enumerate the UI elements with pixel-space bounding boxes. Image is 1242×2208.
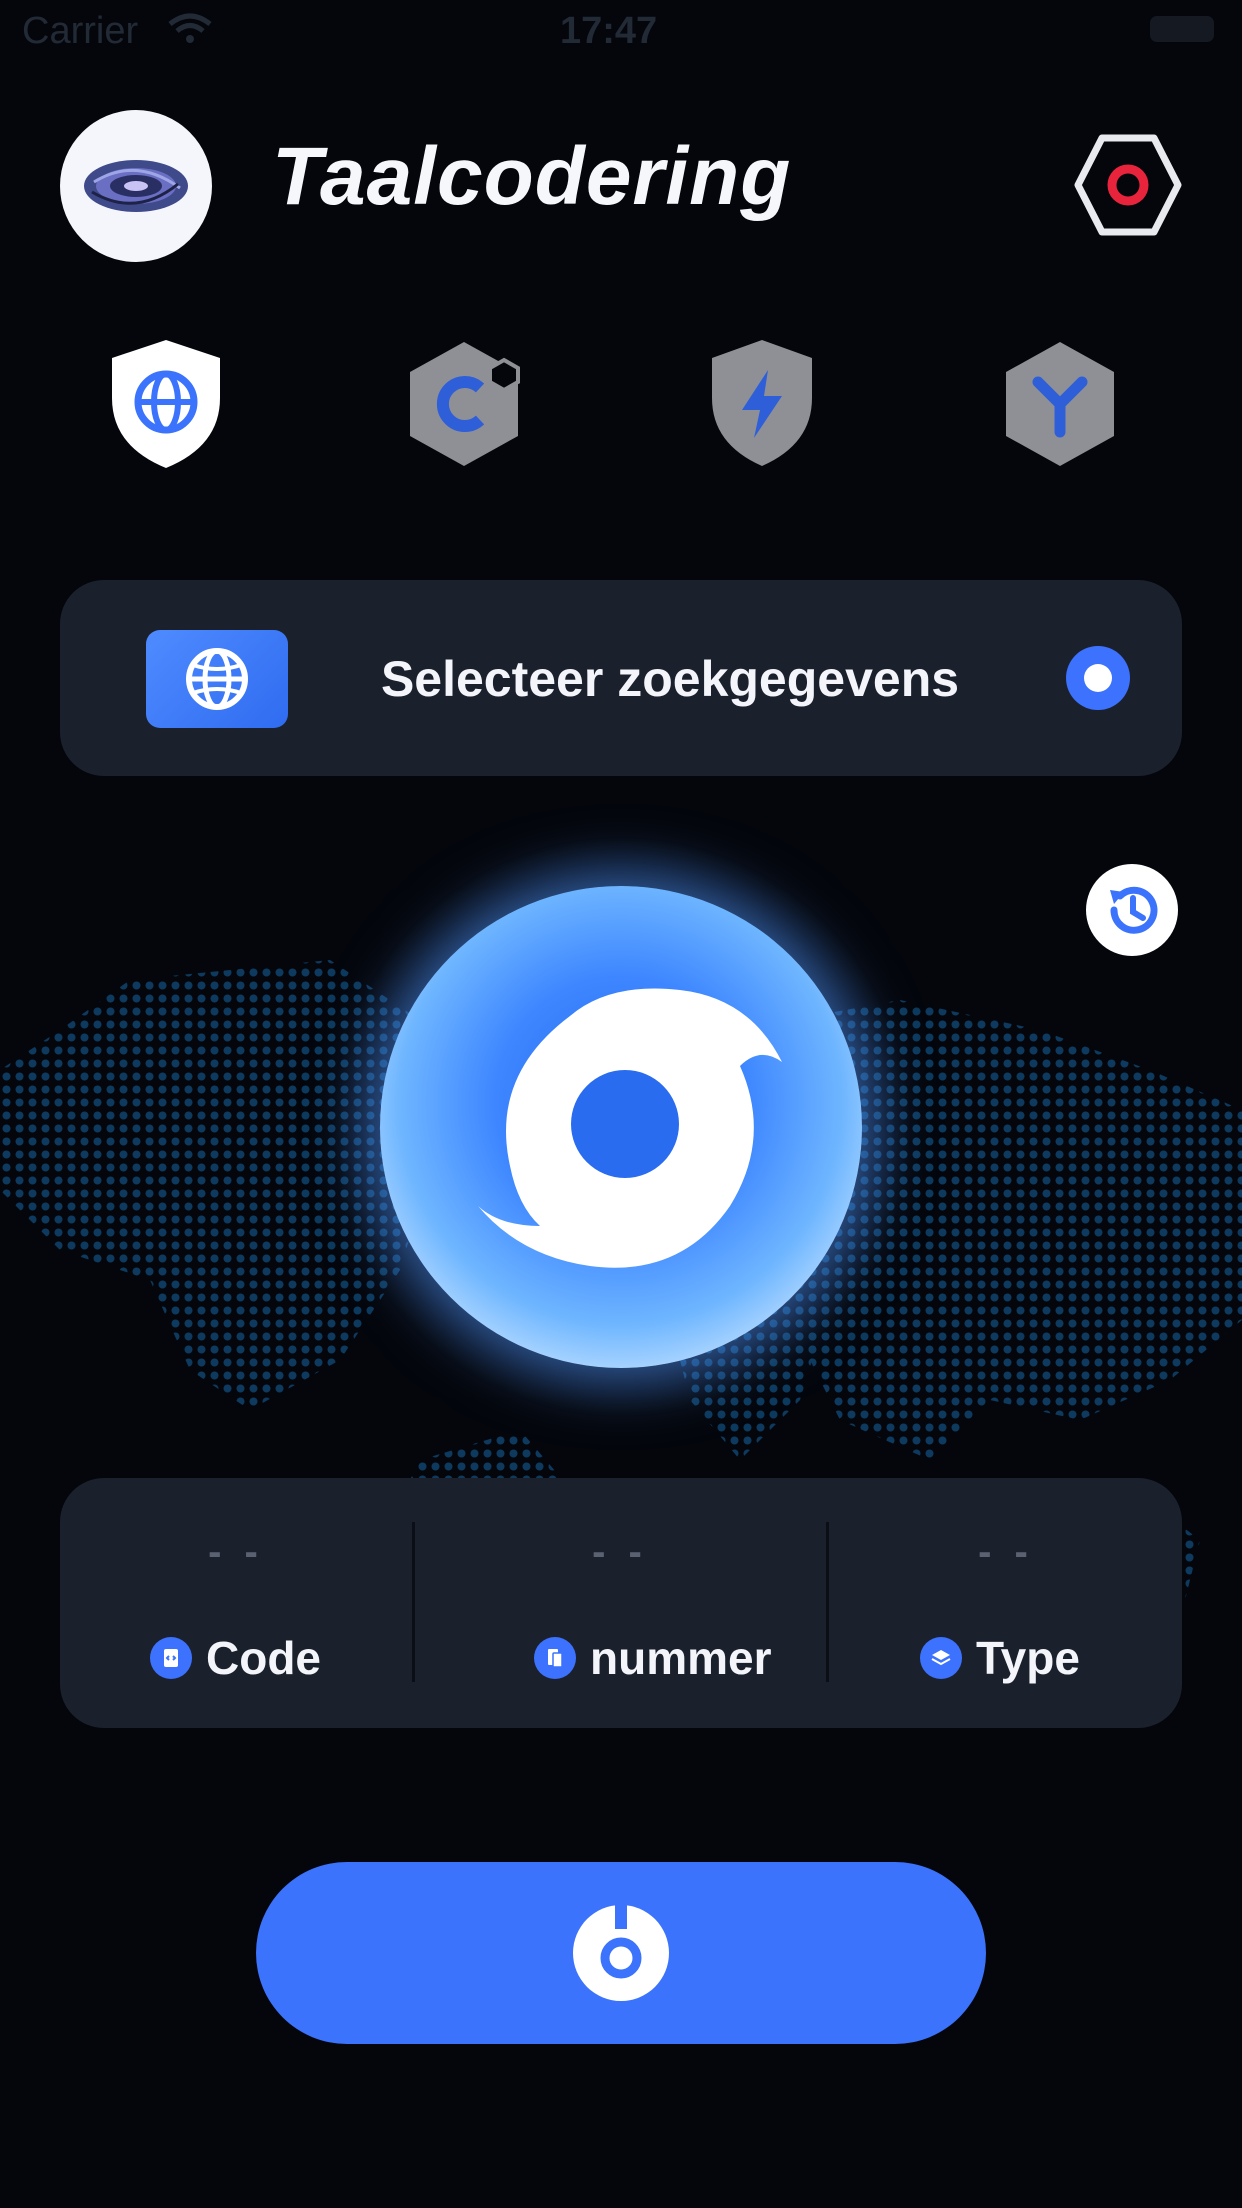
battery-icon — [1150, 16, 1214, 42]
lightning-shield-icon — [712, 340, 812, 466]
stats-card — [60, 1478, 1182, 1728]
hexagon-c-icon — [410, 342, 520, 466]
stat-code-value: - - — [208, 1530, 264, 1574]
stats-divider — [412, 1522, 415, 1682]
app-title: Taalcodering — [272, 131, 792, 222]
y-hexagon-icon — [1006, 342, 1114, 466]
stat-nummer-label: nummer — [590, 1632, 772, 1684]
swirl-icon — [478, 988, 782, 1268]
stat-code-label-group: Code — [150, 1630, 321, 1686]
galaxy-logo-icon — [84, 160, 188, 212]
select-radio[interactable] — [1066, 646, 1130, 710]
status-bar: Carrier 17:47 — [0, 0, 1242, 62]
stat-nummer-label-group: nummer — [534, 1630, 771, 1686]
tab-hexagon[interactable] — [402, 336, 526, 472]
status-time: 17:47 — [560, 10, 658, 52]
connect-button[interactable] — [256, 1862, 986, 2044]
globe-icon — [186, 648, 248, 710]
tab-globe[interactable] — [104, 336, 228, 472]
settings-button[interactable] — [1072, 132, 1184, 238]
code-file-icon — [150, 1637, 192, 1679]
wifi-icon — [168, 13, 212, 43]
globe-shield-icon — [112, 340, 220, 468]
stats-divider — [826, 1522, 829, 1682]
stat-type-value: - - — [978, 1530, 1034, 1574]
layers-icon — [920, 1637, 962, 1679]
stat-type-label: Type — [976, 1632, 1080, 1684]
hexagon-settings-icon — [1074, 134, 1182, 236]
history-icon — [1110, 886, 1158, 934]
select-label: Selecteer zoekgegevens — [380, 651, 960, 707]
stat-code-label: Code — [206, 1632, 321, 1684]
carrier-label: Carrier — [22, 10, 139, 52]
app-logo — [60, 110, 212, 262]
select-icon-box — [146, 630, 288, 728]
tab-y-hexagon[interactable] — [998, 336, 1122, 472]
tab-lightning[interactable] — [700, 336, 824, 472]
power-icon — [573, 1903, 669, 2001]
document-icon — [534, 1637, 576, 1679]
stat-type-label-group: Type — [920, 1630, 1080, 1686]
stat-nummer-value: - - — [592, 1530, 648, 1574]
